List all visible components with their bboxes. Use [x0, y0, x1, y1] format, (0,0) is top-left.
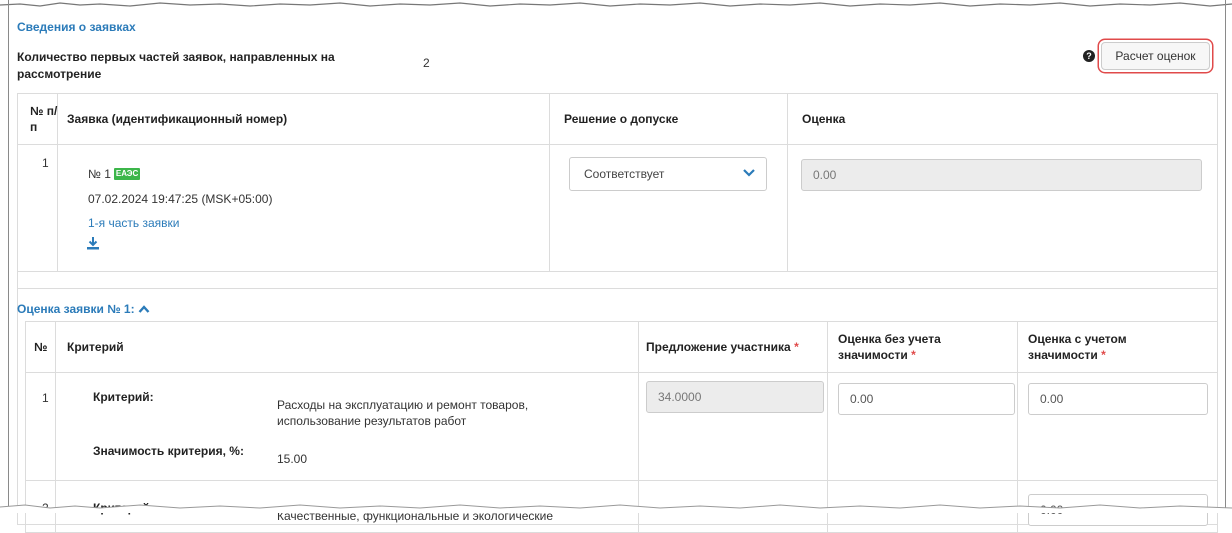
criterion-text: Расходы на эксплуатацию и ремонт товаров…	[277, 398, 529, 428]
evaluation-toggle[interactable]: Оценка заявки № 1:	[17, 302, 150, 316]
download-icon[interactable]	[87, 236, 99, 253]
criterion-label: Критерий:	[93, 501, 154, 515]
eval-row-num: 2	[42, 501, 49, 515]
calculate-scores-button[interactable]: Расчет оценок	[1101, 42, 1210, 70]
eval-col-header-num: №	[34, 340, 48, 354]
score-raw-input[interactable]: 0.00	[838, 383, 1015, 415]
eval-row-num: 1	[42, 391, 49, 405]
eval-col-header-offer: Предложение участника *	[646, 340, 799, 354]
score-weighted-value: 0.00	[1040, 392, 1064, 406]
score-weighted-input[interactable]: 0.00	[1028, 383, 1208, 415]
section-title: Сведения о заявках	[17, 20, 136, 34]
criterion-weight-label: Значимость критерия, %:	[93, 444, 244, 458]
col-header-application: Заявка (идентификационный номер)	[67, 112, 288, 126]
application-datetime: 07.02.2024 19:47:25 (MSK+05:00)	[88, 192, 273, 206]
application-number: № 1 ЕАЭС	[88, 166, 141, 182]
eval-col-header-score-raw: Оценка без учета значимости *	[838, 332, 941, 362]
applications-count-label: Количество первых частей заявок, направл…	[17, 50, 335, 81]
question-circle-icon[interactable]: ?	[1083, 50, 1095, 62]
eaeu-badge: ЕАЭС	[113, 168, 141, 180]
application-number-text: № 1	[88, 167, 111, 181]
chevron-down-icon	[742, 165, 756, 182]
score-weighted-input[interactable]: 0.00	[1028, 494, 1208, 526]
application-part-link[interactable]: 1-я часть заявки	[88, 215, 180, 231]
chevron-up-icon	[138, 302, 150, 316]
score-weighted-value: 0.00	[1040, 503, 1064, 517]
col-header-score: Оценка	[802, 112, 846, 126]
participant-offer-value: 34.0000	[658, 390, 702, 404]
col-header-decision: Решение о допуске	[564, 112, 679, 126]
row-num: 1	[42, 156, 49, 170]
participant-offer-field: 34.0000	[646, 381, 824, 413]
application-score-value: 0.00	[813, 168, 837, 182]
criterion-weight-value: 15.00	[277, 452, 308, 466]
score-raw-value: 0.00	[850, 392, 874, 406]
col-header-num: № п/п	[30, 104, 58, 134]
eval-col-header-score-weighted: Оценка с учетом значимости *	[1028, 332, 1127, 362]
criterion-label: Критерий:	[93, 390, 154, 404]
application-score-field: 0.00	[801, 159, 1202, 191]
admission-decision-value: Соответствует	[584, 167, 665, 181]
admission-decision-select[interactable]: Соответствует	[569, 157, 767, 191]
criterion-text: Качественные, функциональные и экологиче…	[277, 509, 554, 523]
eval-col-header-criterion: Критерий	[67, 340, 124, 354]
applications-count-value: 2	[423, 56, 430, 70]
evaluation-title: Оценка заявки № 1:	[17, 302, 135, 316]
